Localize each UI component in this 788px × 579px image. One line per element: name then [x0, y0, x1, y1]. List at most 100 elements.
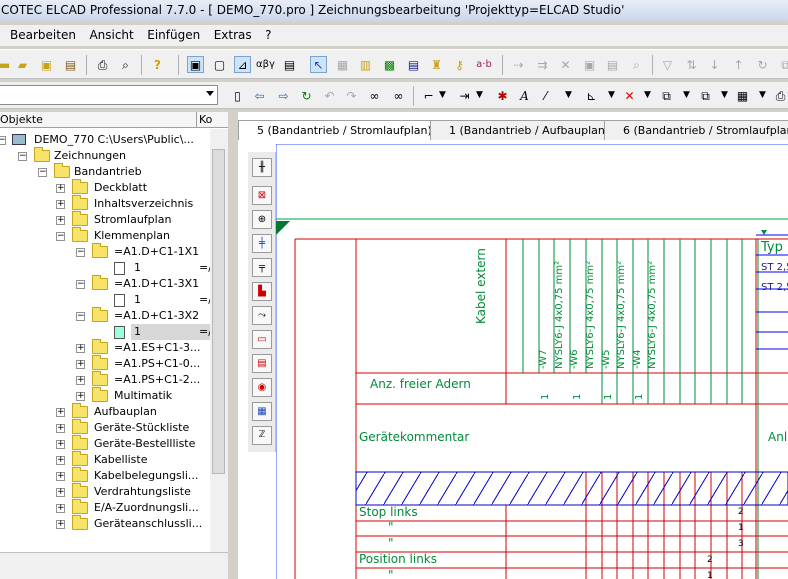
- delete-icon[interactable]: ✕: [621, 87, 638, 104]
- tree-node-1x1-sheet[interactable]: 1 =/: [0, 260, 210, 276]
- expand-icon[interactable]: +: [56, 440, 65, 449]
- list-icon[interactable]: ▤: [405, 56, 422, 73]
- dropdown-arrow-icon[interactable]: ▼: [716, 87, 733, 104]
- tab-stromlaufplan-6[interactable]: 6 (Bandantrieb / Stromlaufplan): [604, 120, 788, 140]
- collapse-icon[interactable]: −: [76, 280, 85, 289]
- view-drawing-icon[interactable]: ▣: [187, 56, 204, 73]
- connect-icon[interactable]: ⇢: [510, 56, 527, 73]
- print-list-icon[interactable]: ▥: [357, 56, 374, 73]
- busbar-icon[interactable]: ╪: [252, 234, 272, 253]
- regenerate-icon[interactable]: ↻: [298, 87, 315, 104]
- symbol-icon[interactable]: ✱: [494, 87, 511, 104]
- connect2-icon[interactable]: ⇉: [534, 56, 551, 73]
- menu-bearbeiten[interactable]: Bearbeiten: [10, 25, 76, 46]
- expand-icon[interactable]: +: [76, 360, 85, 369]
- tree-node-stromlaufplan[interactable]: + Stromlaufplan: [0, 211, 210, 228]
- expand-icon[interactable]: +: [56, 488, 65, 497]
- collapse-icon[interactable]: −: [0, 136, 6, 145]
- dropdown-arrow-icon[interactable]: ▼: [639, 87, 656, 104]
- expand-icon[interactable]: +: [76, 344, 85, 353]
- chevron-down-icon[interactable]: [206, 91, 214, 96]
- tree-node-3x1[interactable]: − =A1.D+C1-3X1: [0, 275, 210, 292]
- tree-node-es-3[interactable]: + =A1.ES+C1-3...: [0, 339, 210, 356]
- print-preview-icon[interactable]: ⌕: [117, 56, 134, 73]
- tree-node-ea-zuordnung[interactable]: + E/A-Zuordnungsli...: [0, 499, 210, 516]
- object-combobox[interactable]: [0, 85, 218, 105]
- plug-icon[interactable]: ♜: [428, 56, 445, 73]
- cross-icon[interactable]: ✕: [557, 56, 574, 73]
- table-icon[interactable]: ▤: [604, 56, 621, 73]
- tree-node-zeichnungen[interactable]: − Zeichnungen: [0, 147, 210, 164]
- redo-icon[interactable]: ↷: [343, 87, 360, 104]
- menu-help[interactable]: ?: [265, 25, 271, 46]
- tree-header-objects[interactable]: Objekte: [0, 113, 43, 126]
- device-icon[interactable]: ▙: [252, 282, 272, 301]
- chip-icon[interactable]: ▩: [381, 56, 398, 73]
- tree-node-3x2[interactable]: − =A1.D+C1-3X2: [0, 307, 210, 324]
- collapse-icon[interactable]: −: [56, 232, 65, 241]
- tree-node-3x2-sheet-selected[interactable]: 1 =/: [0, 324, 210, 340]
- switch-icon[interactable]: ⤳: [252, 306, 272, 325]
- tree-node-project[interactable]: − DEMO_770 C:\Users\Public\...: [0, 132, 210, 148]
- tab-aufbauplan-1[interactable]: 1 (Bandantrieb / Aufbauplan): [430, 120, 610, 140]
- dropdown-arrow-icon[interactable]: ▼: [754, 87, 771, 104]
- connection-point-icon[interactable]: ⊕: [252, 210, 272, 229]
- tree-node-3x1-sheet[interactable]: 1 =/: [0, 292, 210, 308]
- view-image-icon[interactable]: ⊿: [234, 56, 251, 73]
- terminal-box-icon[interactable]: ▭: [252, 330, 272, 349]
- sort-icon[interactable]: ⇅: [683, 56, 700, 73]
- tree-node-1x1[interactable]: − =A1.D+C1-1X1: [0, 243, 210, 260]
- find-icon[interactable]: ⌕: [628, 56, 645, 73]
- folder-icon[interactable]: ▬: [0, 56, 13, 73]
- grid-icon[interactable]: ▦: [334, 56, 351, 73]
- menu-einfuegen[interactable]: Einfügen: [147, 25, 200, 46]
- expand-icon[interactable]: +: [76, 376, 85, 385]
- undo-icon[interactable]: ↶: [321, 87, 338, 104]
- expand-icon[interactable]: +: [56, 456, 65, 465]
- sort-za-icon[interactable]: ↑: [730, 56, 747, 73]
- tree-header-comment[interactable]: Ko: [196, 112, 212, 128]
- expand-icon[interactable]: +: [56, 216, 65, 225]
- cable-icon[interactable]: ▦: [252, 402, 272, 421]
- cursor-icon[interactable]: ↖: [310, 56, 327, 73]
- expand-icon[interactable]: +: [56, 184, 65, 193]
- arrow-right-icon[interactable]: ⇨: [275, 87, 292, 104]
- frame-icon[interactable]: ▤: [252, 354, 272, 373]
- wire-number-icon[interactable]: ℤ: [252, 426, 272, 445]
- expand-icon[interactable]: +: [56, 408, 65, 417]
- dropdown-arrow-icon[interactable]: ▼: [603, 87, 620, 104]
- contact-icon[interactable]: ╤: [252, 258, 272, 277]
- filter-icon[interactable]: ▽: [659, 56, 676, 73]
- collapse-icon[interactable]: −: [38, 168, 47, 177]
- tree-node-klemmenplan[interactable]: − Klemmenplan: [0, 227, 210, 244]
- text-tool-icon[interactable]: A: [516, 87, 533, 104]
- glasses-plus-icon[interactable]: ∞: [390, 87, 407, 104]
- drawing-canvas[interactable]: Kabel extern -W7 NYSLY6-J 4x0,75 mm² -W6…: [276, 144, 788, 579]
- tree-node-deckblatt[interactable]: + Deckblatt: [0, 179, 210, 196]
- open-folder-icon[interactable]: ▰: [14, 56, 31, 73]
- arrow-left-icon[interactable]: ⇦: [251, 87, 268, 104]
- glasses-icon[interactable]: ∞: [366, 87, 383, 104]
- copy-icon[interactable]: ⧉: [658, 87, 675, 104]
- block-icon[interactable]: ▣: [581, 56, 598, 73]
- menu-extras[interactable]: Extras: [214, 25, 252, 46]
- tree-node-bandantrieb[interactable]: − Bandantrieb: [0, 163, 210, 180]
- new-folder-icon[interactable]: ▣: [38, 56, 55, 73]
- measure-icon[interactable]: ⊾: [583, 87, 600, 104]
- form-icon[interactable]: ▤: [281, 56, 298, 73]
- sign-icon[interactable]: a·b: [472, 56, 496, 73]
- help-icon[interactable]: ?: [149, 56, 166, 73]
- tree-scrollbar[interactable]: [210, 129, 228, 559]
- pane-splitter[interactable]: [228, 112, 238, 579]
- refresh-icon[interactable]: ↻: [754, 56, 771, 73]
- tree-node-verdrahtungsliste[interactable]: + Verdrahtungsliste: [0, 483, 210, 500]
- expand-icon[interactable]: +: [56, 472, 65, 481]
- tree-node-geraete-bestellliste[interactable]: + Geräte-Bestellliste: [0, 435, 210, 452]
- view-window-icon[interactable]: ▢: [211, 56, 228, 73]
- save-icon[interactable]: ▤: [62, 56, 79, 73]
- collapse-icon[interactable]: −: [76, 248, 85, 257]
- tree-node-inhaltsverzeichnis[interactable]: + Inhaltsverzeichnis: [0, 195, 210, 212]
- expand-icon[interactable]: +: [76, 392, 85, 401]
- tree-node-kabelbelegung[interactable]: + Kabelbelegungsli...: [0, 467, 210, 484]
- dropdown-arrow-icon[interactable]: ▼: [471, 87, 488, 104]
